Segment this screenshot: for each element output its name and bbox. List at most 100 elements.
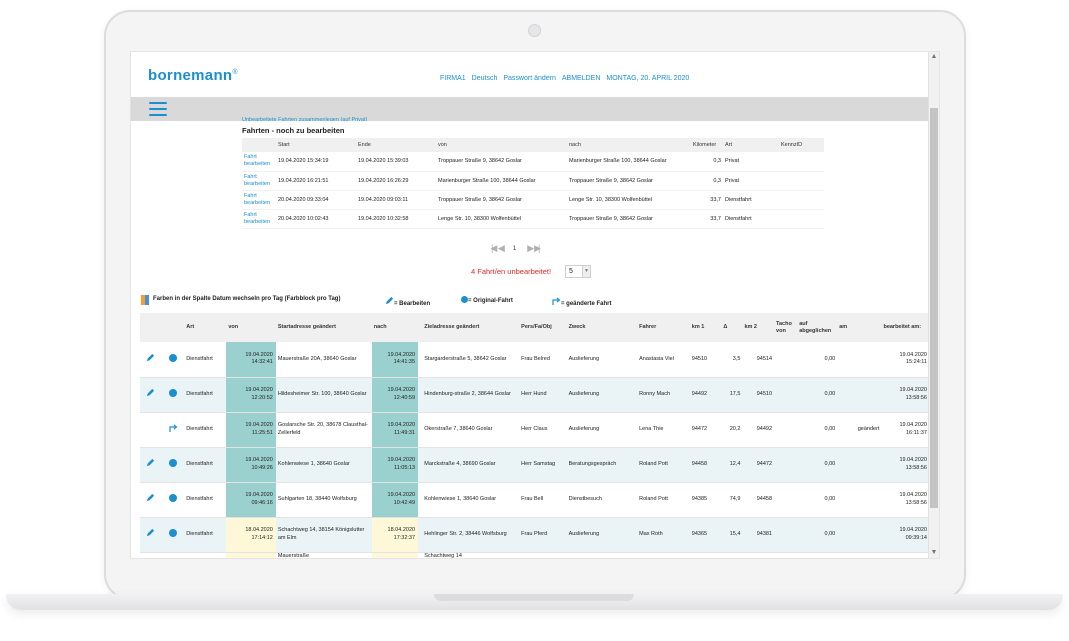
legend-changed: = geänderte Fahrt bbox=[551, 296, 612, 307]
nav-company[interactable]: FIRMA1 bbox=[440, 75, 466, 82]
cell-ende: 19.04.2020 09:03:11 bbox=[356, 190, 436, 210]
edit-trip-label: Fahrt bbox=[244, 211, 257, 218]
column-header: bearbeitet am: bbox=[881, 313, 929, 342]
table-row[interactable]: Dienstfahrt 19.04.2020 11:25:51 Goslarsche … bbox=[140, 412, 929, 448]
scroll-down-icon[interactable]: ▼ bbox=[930, 549, 938, 557]
cell-tacho bbox=[774, 482, 798, 518]
nach-time: 11:05:13 bbox=[394, 464, 416, 471]
cell-delta: 74,9 bbox=[721, 482, 743, 518]
edit-trip-link[interactable]: Fahrt bearbeiten bbox=[242, 209, 276, 229]
merge-unedited-link[interactable]: Unbearbeitete Fahrten zusammenlegen (auf… bbox=[242, 116, 367, 121]
prev-page-button[interactable]: ◀ bbox=[498, 243, 505, 254]
cell-nach-date: 18.04.2020 17:32:37 bbox=[371, 517, 419, 553]
cell-nach-date: 19.04.2020 14:41:35 bbox=[371, 342, 419, 378]
cell-fahrer: Anastasia Viel bbox=[637, 342, 690, 378]
blue-dot-icon bbox=[168, 493, 177, 502]
pencil-icon[interactable] bbox=[146, 353, 155, 362]
brand-logo[interactable]: bornemann® bbox=[148, 67, 238, 84]
von-time: 17:14:12 bbox=[251, 534, 273, 541]
blue-dot-icon bbox=[168, 458, 177, 467]
cell-am bbox=[837, 552, 882, 558]
table-row[interactable]: Dienstfahrt 18.04.2020 17:14:12 Schachtweg … bbox=[140, 517, 929, 553]
edit-trip-link[interactable]: Fahrt bearbeiten bbox=[242, 190, 276, 210]
cell-bearbeitet bbox=[881, 552, 929, 558]
nav-language[interactable]: Deutsch bbox=[472, 75, 498, 82]
cell-nach-date: 19.04.2020 11:49:31 bbox=[371, 412, 419, 448]
status-cell bbox=[161, 342, 185, 378]
cell-ziel-address: Marckstraße 4, 38690 Goslar bbox=[422, 447, 520, 483]
cell-fahrer: Ronny Mach bbox=[637, 377, 690, 413]
last-page-button[interactable]: ▶| bbox=[534, 243, 541, 254]
table-row[interactable]: Dienstfahrt 19.04.2020 10:49:26 Kohlenwiese… bbox=[140, 447, 929, 483]
column-header: nach bbox=[371, 313, 419, 342]
cell-art: Dienstfahrt bbox=[184, 482, 227, 518]
nav-change-password[interactable]: Passwort ändern bbox=[503, 75, 556, 82]
status-cell bbox=[161, 552, 185, 558]
cell-am bbox=[837, 482, 882, 518]
table-row: Fahrt bearbeiten 20.04.2020 09:33:04 19.04.… bbox=[242, 190, 824, 210]
von-date: 19.04.2020 bbox=[245, 492, 273, 498]
table-row[interactable]: Mauerstraße Schachtweg 14 bbox=[140, 552, 929, 558]
von-date: 19.04.2020 bbox=[245, 351, 273, 358]
von-date: 18.04.2020 bbox=[245, 527, 273, 533]
table-row[interactable]: Dienstfahrt 19.04.2020 12:20:52 Hildesheime… bbox=[140, 377, 929, 413]
pencil-icon[interactable] bbox=[146, 388, 155, 397]
legend-colors-text: Farben in der Spalte Datum wechseln pro … bbox=[153, 296, 341, 302]
column-header: Zieladresse geändert bbox=[422, 313, 520, 342]
column-header: Kilometer bbox=[691, 138, 723, 152]
page-size-select[interactable]: 5 ▼ bbox=[565, 265, 591, 278]
cell-von-date: 19.04.2020 11:25:51 bbox=[226, 412, 276, 448]
pencil-icon[interactable] bbox=[146, 458, 155, 467]
cell-von: Marienburger Straße 100, 38644 Goslar bbox=[436, 171, 567, 191]
edit-cell bbox=[140, 552, 162, 558]
scroll-up-icon[interactable]: ▲ bbox=[930, 53, 938, 61]
scroll-thumb[interactable] bbox=[930, 108, 938, 508]
next-page-button[interactable]: ▶ bbox=[527, 243, 534, 254]
table-row[interactable]: Dienstfahrt 19.04.2020 09:46:16 Suhlgarten … bbox=[140, 482, 929, 518]
cell-von-date: 19.04.2020 10:49:26 bbox=[226, 447, 276, 483]
nav-logout[interactable]: ABMELDEN bbox=[562, 75, 601, 82]
edit-trip-link[interactable]: Fahrt bearbeiten bbox=[242, 152, 276, 172]
current-page[interactable]: 1 bbox=[513, 246, 516, 252]
column-header: Start bbox=[276, 138, 356, 152]
trips-table: Art von Startadresse geändert nach Zieladres… bbox=[140, 313, 929, 558]
column-header: Pers/Fa/Obj bbox=[519, 313, 567, 342]
status-cell bbox=[161, 377, 185, 413]
hamburger-icon[interactable] bbox=[149, 102, 167, 116]
pencil-icon[interactable] bbox=[146, 493, 155, 502]
column-header bbox=[161, 313, 185, 342]
legend: Farben in der Spalte Datum wechseln pro … bbox=[141, 295, 921, 307]
edit-trip-label: Fahrt bbox=[244, 154, 257, 161]
column-header: Art bbox=[184, 313, 227, 342]
bearbeitet-time: 13:58:56 bbox=[905, 499, 927, 506]
nach-date: 19.04.2020 bbox=[387, 351, 416, 358]
vertical-scrollbar[interactable]: ▲ ▼ bbox=[928, 52, 939, 558]
table-row[interactable]: Dienstfahrt 19.04.2020 14:32:41 Mauerstraße… bbox=[140, 342, 929, 378]
column-header: Art bbox=[723, 138, 779, 152]
cell-von-date: 18.04.2020 17:14:12 bbox=[226, 517, 276, 553]
bearbeitet-date: 19.04.2020 bbox=[899, 492, 927, 498]
cell-abgeglichen: 0,00 bbox=[797, 517, 838, 553]
blue-dot-icon bbox=[461, 296, 468, 303]
table-row: Fahrt bearbeiten 20.04.2020 10:02:43 19.04.… bbox=[242, 209, 824, 229]
cell-bearbeitet: 19.04.2020 13:58:56 bbox=[881, 447, 929, 483]
edit-trip-link[interactable]: Fahrt bearbeiten bbox=[242, 171, 276, 191]
nach-date: 19.04.2020 bbox=[387, 492, 416, 498]
cell-art: Privat bbox=[723, 171, 779, 191]
cell-ziel-address: Schachtweg 14 bbox=[422, 552, 520, 558]
cell-km1: 94458 bbox=[689, 447, 722, 483]
cell-abgeglichen: 0,00 bbox=[797, 482, 838, 518]
nach-time: 17:32:37 bbox=[393, 534, 416, 541]
nav-date: MONTAG, 20. APRIL 2020 bbox=[606, 75, 690, 82]
cell-km1: 94492 bbox=[689, 377, 722, 413]
pencil-icon[interactable] bbox=[146, 528, 155, 537]
chevron-down-icon: ▼ bbox=[582, 266, 590, 277]
nach-date: 19.04.2020 bbox=[387, 422, 416, 428]
cell-delta: 15,4 bbox=[721, 517, 743, 553]
camera bbox=[528, 24, 541, 37]
cell-km2: 94381 bbox=[742, 517, 775, 553]
cell-start-address: Mauerstraße bbox=[275, 552, 372, 558]
cell-art: Dienstfahrt bbox=[184, 517, 227, 553]
app-screen: bornemann® FIRMA1 Deutsch Passwort änder… bbox=[130, 51, 940, 559]
first-page-button[interactable]: |◀ bbox=[491, 243, 497, 254]
